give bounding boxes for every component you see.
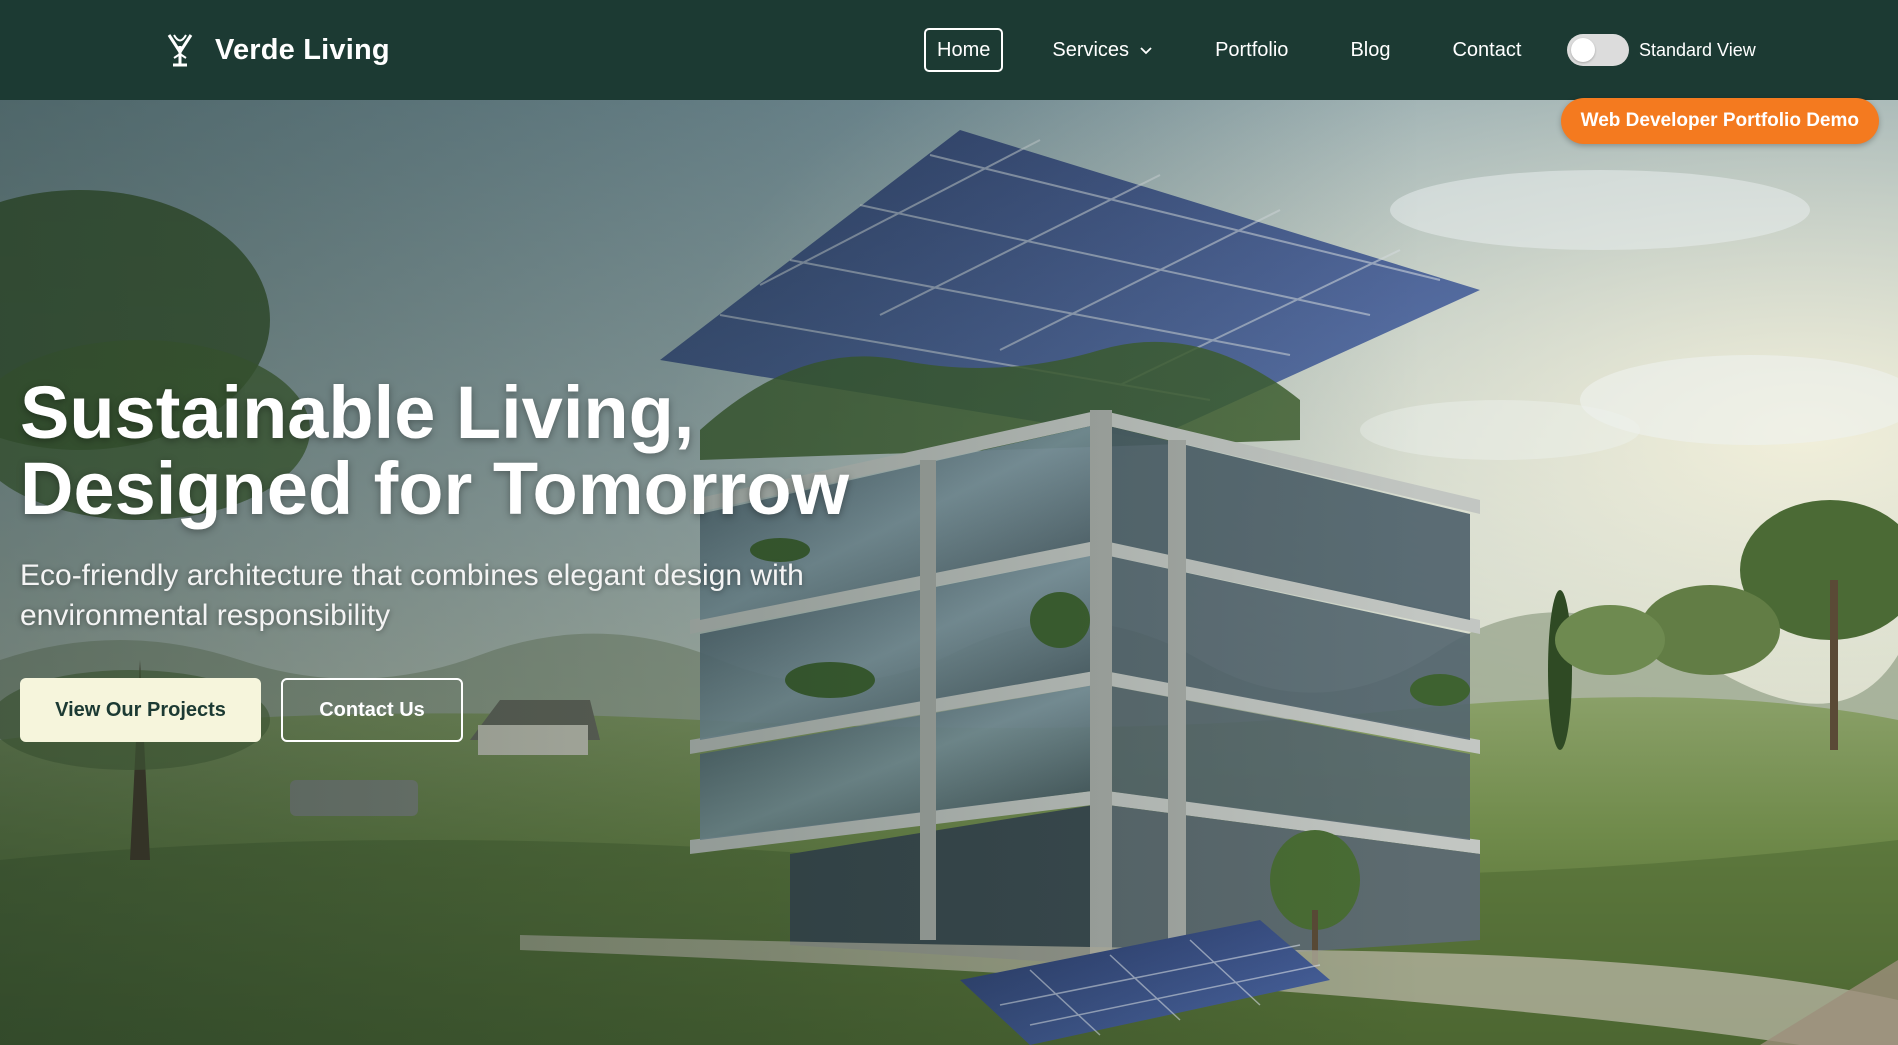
brand[interactable]: Verde Living (165, 28, 390, 72)
contact-us-button[interactable]: Contact Us (281, 678, 463, 742)
main-nav: Home Services Portfolio Blog Contact (924, 28, 1534, 72)
nav-item-home[interactable]: Home (924, 28, 1004, 72)
nav-item-blog[interactable]: Blog (1337, 28, 1403, 72)
view-projects-button[interactable]: View Our Projects (20, 678, 261, 742)
toggle-knob (1571, 38, 1595, 62)
chevron-down-icon (1140, 47, 1152, 55)
hero-title-line-1: Sustainable Living, (20, 371, 695, 454)
brand-name: Verde Living (215, 33, 390, 66)
hero-title-line-2: Designed for Tomorrow (20, 447, 850, 530)
hero-section: Sustainable Living, Designed for Tomorro… (0, 100, 1898, 1045)
nav-item-services[interactable]: Services (1039, 28, 1166, 72)
nav-item-portfolio[interactable]: Portfolio (1202, 28, 1301, 72)
view-toggle-label: Standard View (1639, 39, 1756, 60)
portfolio-demo-badge[interactable]: Web Developer Portfolio Demo (1560, 98, 1879, 144)
hero-subtitle: Eco-friendly architecture that combines … (20, 559, 804, 632)
hero-title: Sustainable Living, Designed for Tomorro… (20, 375, 920, 527)
leaf-shield-logo-icon (167, 34, 193, 67)
top-navbar: Verde Living Home Services Portfolio Blo… (0, 0, 1898, 100)
view-toggle[interactable]: Standard View (1567, 34, 1756, 66)
view-toggle-switch[interactable] (1567, 34, 1629, 66)
nav-item-services-label: Services (1052, 38, 1130, 61)
nav-item-contact[interactable]: Contact (1439, 28, 1534, 72)
